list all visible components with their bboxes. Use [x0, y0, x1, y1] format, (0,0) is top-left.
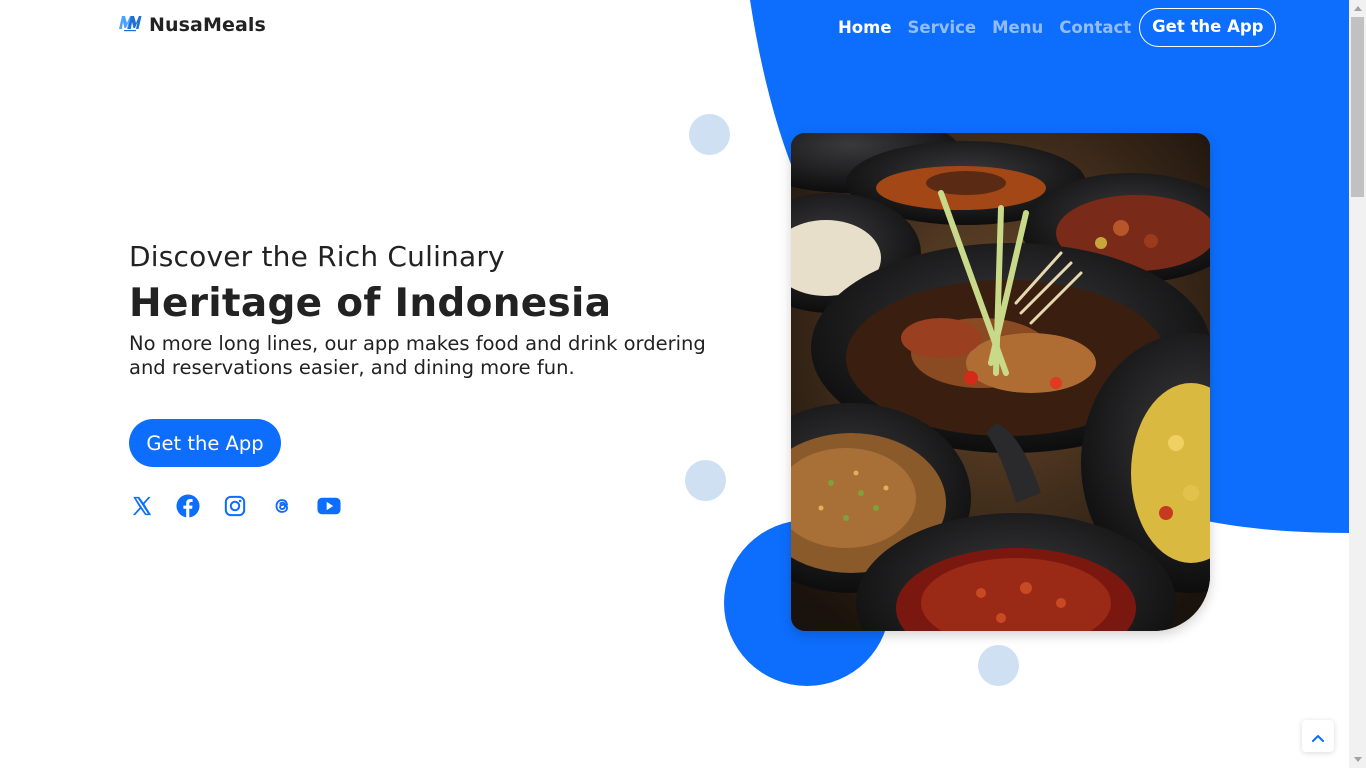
facebook-icon[interactable] [176, 494, 200, 518]
scrollbar-thumb[interactable] [1351, 17, 1364, 197]
hero-get-app-button[interactable]: Get the App [129, 419, 281, 467]
nav-links: Home Service Menu Contact Get the App [830, 8, 1277, 47]
instagram-icon[interactable] [223, 494, 247, 518]
brand-name: NusaMeals [149, 14, 266, 36]
youtube-icon[interactable] [317, 494, 341, 518]
scroll-down-arrow-icon[interactable] [1349, 751, 1366, 768]
chevron-up-icon [1312, 727, 1324, 746]
scroll-up-arrow-icon[interactable] [1349, 0, 1366, 17]
x-twitter-icon[interactable] [129, 494, 153, 518]
social-links [129, 494, 364, 518]
nav-link-service[interactable]: Service [900, 9, 985, 47]
decor-circle-middle [685, 460, 726, 501]
back-to-top-button[interactable] [1302, 720, 1334, 752]
nav-link-home[interactable]: Home [830, 9, 900, 47]
brand[interactable]: NusaMeals [118, 14, 266, 36]
decor-circle-top [689, 114, 730, 155]
threads-icon[interactable] [270, 494, 294, 518]
nusameals-logo-icon [118, 14, 142, 36]
decor-circle-bottom [978, 645, 1019, 686]
nav-get-app-button[interactable]: Get the App [1139, 8, 1277, 47]
hero-title: Heritage of Indonesia [129, 281, 612, 326]
page-scrollbar[interactable] [1349, 0, 1366, 768]
navbar: NusaMeals Home Service Menu Contact Get … [0, 0, 1349, 56]
hero-subtitle: Discover the Rich Culinary [129, 240, 505, 273]
nav-link-menu[interactable]: Menu [984, 9, 1051, 47]
hero-section: Discover the Rich Culinary Heritage of I… [129, 240, 739, 518]
nav-link-contact[interactable]: Contact [1051, 9, 1139, 47]
hero-description: No more long lines, our app makes food a… [129, 332, 706, 379]
food-photo [791, 133, 1210, 631]
